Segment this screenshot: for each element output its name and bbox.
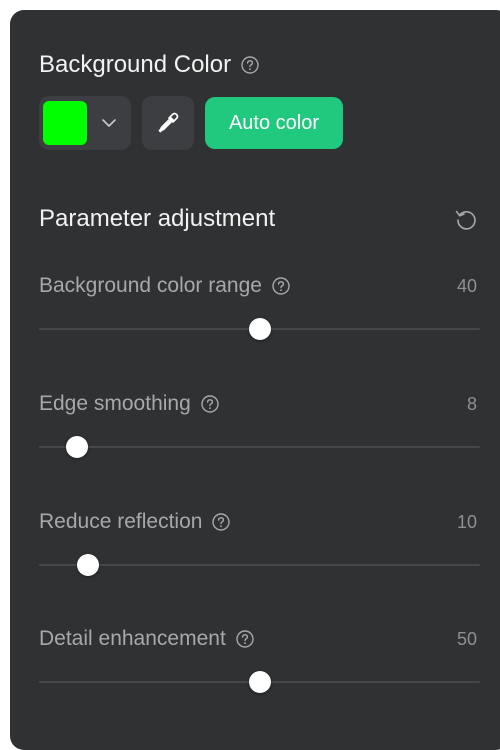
- param-label-text: Detail enhancement: [39, 627, 226, 650]
- slider-thumb[interactable]: [248, 318, 271, 340]
- eyedropper-icon: [158, 112, 179, 133]
- question-circle-icon[interactable]: [212, 513, 231, 531]
- slider-edge-smoothing[interactable]: [39, 435, 480, 459]
- slider-thumb[interactable]: [65, 436, 88, 458]
- param-label-reduce-reflection: Reduce reflection: [39, 509, 231, 535]
- slider-track[interactable]: [39, 564, 480, 566]
- auto-color-button[interactable]: Auto color: [205, 97, 343, 149]
- param-label-text: Edge smoothing: [39, 392, 191, 415]
- background-color-title-text: Background Color: [39, 51, 232, 78]
- eyedropper-button[interactable]: [142, 96, 194, 150]
- param-label-text: Background color range: [39, 274, 262, 297]
- slider-detail-enhancement[interactable]: [39, 670, 480, 694]
- slider-track[interactable]: [39, 446, 480, 448]
- question-circle-icon[interactable]: [241, 56, 259, 74]
- slider-reduce-reflection[interactable]: [39, 553, 480, 577]
- param-value-reduce-reflection: 10: [456, 512, 477, 532]
- param-label-background-color-range: Background color range: [39, 273, 290, 299]
- slider-thumb[interactable]: [76, 554, 99, 576]
- slider-thumb[interactable]: [248, 671, 271, 693]
- question-circle-icon[interactable]: [272, 277, 290, 295]
- matting-settings-panel: Background Color Auto color Parameter ad…: [10, 10, 500, 750]
- question-circle-icon[interactable]: [201, 395, 219, 413]
- param-value-edge-smoothing: 8: [466, 394, 477, 414]
- reset-icon[interactable]: [453, 207, 479, 233]
- param-label-detail-enhancement: Detail enhancement: [39, 626, 254, 652]
- question-circle-icon[interactable]: [236, 630, 254, 648]
- color-swatch[interactable]: [43, 101, 87, 145]
- param-value-detail-enhancement: 50: [456, 629, 477, 649]
- param-label-text: Reduce reflection: [39, 510, 203, 533]
- slider-background-color-range[interactable]: [39, 317, 480, 341]
- background-color-title: Background Color: [39, 51, 259, 79]
- chevron-down-icon[interactable]: [99, 113, 119, 133]
- param-value-background-color-range: 40: [456, 276, 477, 296]
- param-label-edge-smoothing: Edge smoothing: [39, 391, 219, 417]
- background-color-picker[interactable]: [39, 96, 131, 150]
- parameter-adjustment-title: Parameter adjustment: [39, 205, 275, 233]
- parameter-adjustment-title-text: Parameter adjustment: [39, 205, 276, 232]
